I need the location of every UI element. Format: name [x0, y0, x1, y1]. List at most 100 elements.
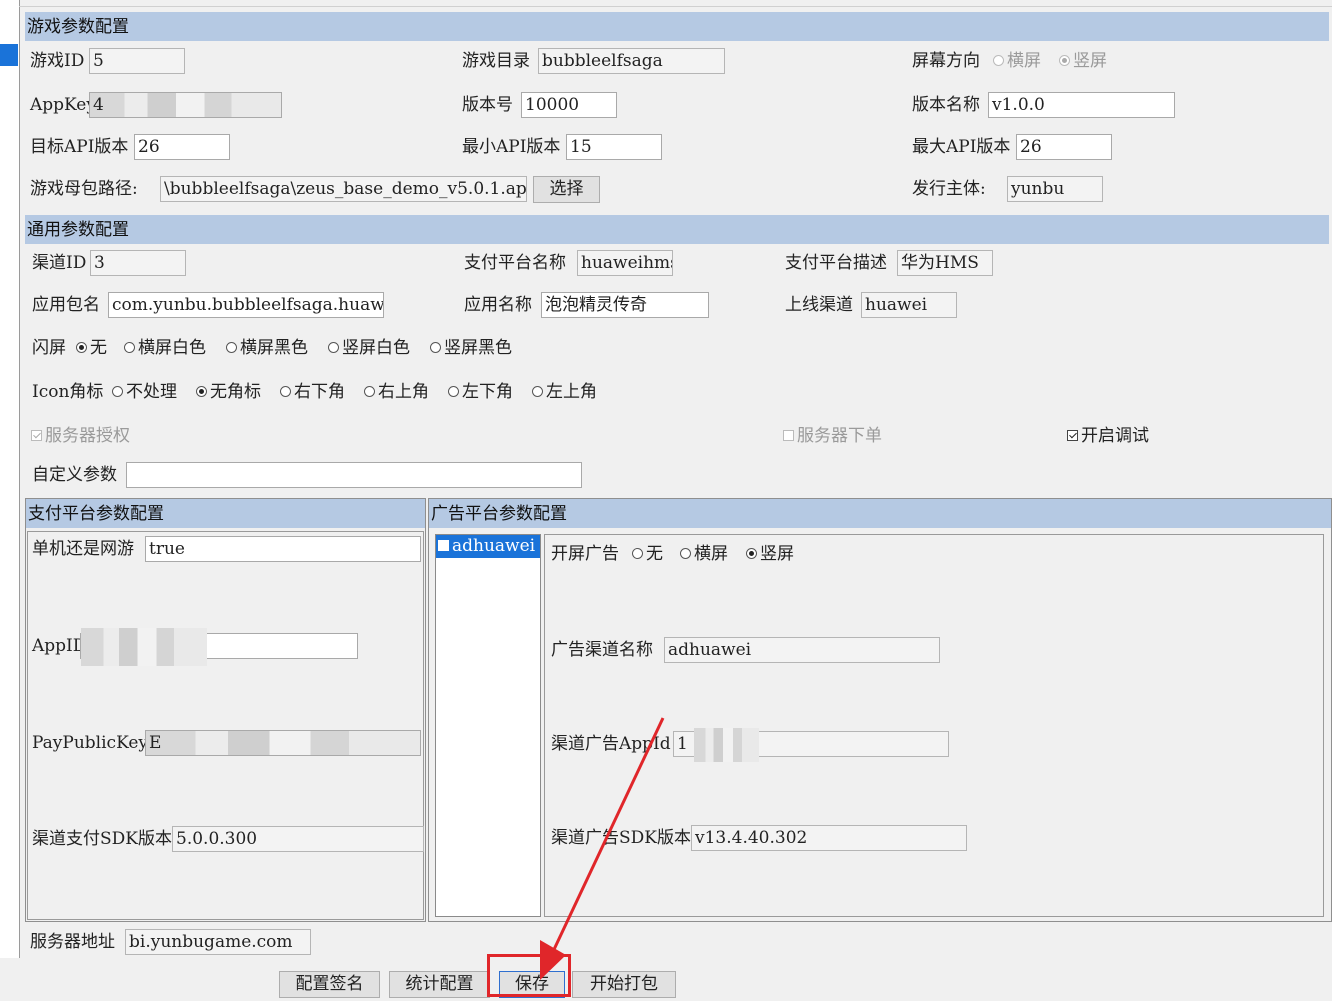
pay-sdk-version-label: 渠道支付SDK版本 [32, 829, 172, 849]
max-api-field[interactable]: 26 [1016, 134, 1112, 160]
radio-icon [124, 341, 135, 353]
left-list-selected-item[interactable] [0, 44, 18, 66]
radio-icon [226, 341, 237, 353]
splash-landscape-black-radio[interactable]: 横屏黑色 [226, 335, 308, 361]
radio-icon [112, 385, 123, 397]
version-code-label: 版本号 [462, 95, 513, 115]
checkbox-checked-icon [1067, 429, 1078, 441]
radio-icon [328, 341, 339, 353]
appkey-field[interactable]: 4 [89, 92, 282, 118]
custom-params-label: 自定义参数 [32, 465, 117, 485]
game-dir-label: 游戏目录 [462, 51, 530, 71]
game-id-field[interactable]: 5 [89, 48, 185, 74]
online-channel-field[interactable]: huawei [861, 292, 957, 318]
pay-pubkey-label: PayPublicKey [32, 733, 148, 753]
server-auth-checkbox[interactable]: 服务器授权 [31, 423, 130, 449]
ad-platform-item-adhuawei[interactable]: adhuawei [436, 535, 540, 558]
orientation-landscape-radio[interactable]: 横屏 [993, 48, 1041, 74]
redacted-ad-appid [694, 728, 759, 762]
apk-path-label: 游戏母包路径: [30, 179, 138, 199]
pay-params-area [27, 531, 424, 920]
channel-id-field[interactable]: 3 [90, 250, 186, 276]
orientation-portrait-radio[interactable]: 竖屏 [1059, 48, 1107, 74]
redacted-appid [81, 628, 207, 666]
game-dir-field[interactable]: bubbleelfsaga [538, 48, 725, 74]
splash-label: 闪屏 [32, 338, 66, 358]
online-channel-label: 上线渠道 [785, 295, 853, 315]
icon-badge-none-radio[interactable]: 无角标 [196, 379, 261, 405]
stats-config-button[interactable]: 统计配置 [389, 971, 490, 998]
channel-id-label: 渠道ID [32, 253, 87, 273]
package-field[interactable]: com.yunbu.bubbleelfsaga.huawei [108, 292, 384, 318]
appkey-label: AppKey [30, 95, 96, 115]
radio-icon [680, 547, 691, 559]
top-divider [19, 6, 1332, 7]
custom-params-field[interactable] [126, 462, 582, 488]
server-order-checkbox[interactable]: 服务器下单 [783, 423, 882, 449]
splash-portrait-white-radio[interactable]: 竖屏白色 [328, 335, 410, 361]
select-apk-button[interactable]: 选择 [533, 176, 600, 203]
splash-ad-portrait-radio[interactable]: 竖屏 [746, 541, 794, 567]
ad-channel-name-field[interactable]: adhuawei [664, 637, 940, 663]
pay-desc-label: 支付平台描述 [785, 253, 887, 273]
pay-config-header: 支付平台参数配置 [26, 499, 425, 528]
splash-ad-landscape-radio[interactable]: 横屏 [680, 541, 728, 567]
splash-ad-label: 开屏广告 [551, 544, 619, 564]
icon-badge-top-left-radio[interactable]: 左上角 [532, 379, 597, 405]
max-api-label: 最大API版本 [912, 137, 1011, 157]
radio-icon [532, 385, 543, 397]
checkbox-checked-icon [31, 429, 42, 441]
radio-icon [632, 547, 643, 559]
ad-channel-name-label: 广告渠道名称 [551, 640, 653, 660]
icon-badge-ignore-radio[interactable]: 不处理 [112, 379, 177, 405]
radio-icon [364, 385, 375, 397]
pay-sdk-version-field[interactable]: 5.0.0.300 [172, 826, 424, 852]
icon-badge-bottom-right-radio[interactable]: 右下角 [280, 379, 345, 405]
checkbox-icon [783, 429, 794, 441]
common-config-header: 通用参数配置 [25, 215, 1329, 244]
ad-sdk-version-field[interactable]: v13.4.40.302 [691, 825, 967, 851]
pay-desc-field[interactable]: 华为HMS [897, 250, 993, 276]
pay-platform-label: 支付平台名称 [464, 253, 566, 273]
icon-badge-top-right-radio[interactable]: 右上角 [364, 379, 429, 405]
app-name-label: 应用名称 [464, 295, 532, 315]
target-api-field[interactable]: 26 [134, 134, 230, 160]
radio-selected-icon [196, 385, 207, 397]
radio-icon [993, 54, 1004, 66]
radio-icon [280, 385, 291, 397]
radio-icon [430, 341, 441, 353]
version-name-label: 版本名称 [912, 95, 980, 115]
version-code-field[interactable]: 10000 [521, 92, 617, 118]
pay-mode-label: 单机还是网游 [32, 539, 134, 559]
splash-none-radio[interactable]: 无 [76, 335, 107, 361]
server-address-label: 服务器地址 [30, 932, 115, 952]
game-id-label: 游戏ID [30, 51, 85, 71]
splash-ad-none-radio[interactable]: 无 [632, 541, 663, 567]
radio-selected-icon [746, 547, 757, 559]
pay-platform-field[interactable]: huaweihms [577, 250, 673, 276]
radio-selected-icon [76, 341, 87, 353]
apk-path-field[interactable]: \bubbleelfsaga\zeus_base_demo_v5.0.1.apk [160, 176, 527, 202]
min-api-field[interactable]: 15 [566, 134, 662, 160]
left-list[interactable] [0, 0, 20, 958]
config-sign-button[interactable]: 配置签名 [279, 971, 380, 998]
server-address-field[interactable]: bi.yunbugame.com [125, 929, 311, 955]
pay-mode-field[interactable]: true [145, 536, 421, 562]
target-api-label: 目标API版本 [30, 137, 129, 157]
debug-checkbox[interactable]: 开启调试 [1067, 423, 1149, 449]
splash-landscape-white-radio[interactable]: 横屏白色 [124, 335, 206, 361]
icon-badge-bottom-left-radio[interactable]: 左下角 [448, 379, 513, 405]
orientation-label: 屏幕方向 [912, 51, 980, 71]
splash-portrait-black-radio[interactable]: 竖屏黑色 [430, 335, 512, 361]
ad-config-header: 广告平台参数配置 [429, 499, 1331, 528]
min-api-label: 最小API版本 [462, 137, 561, 157]
app-name-field[interactable]: 泡泡精灵传奇 [541, 292, 709, 318]
pay-pubkey-field[interactable]: E [145, 730, 421, 756]
pay-appid-label: AppID [32, 636, 87, 656]
publisher-label: 发行主体: [912, 179, 986, 199]
publisher-field[interactable]: yunbu [1007, 176, 1103, 202]
annotation-arrow-icon [540, 717, 665, 980]
version-name-field[interactable]: v1.0.0 [988, 92, 1175, 118]
game-config-header: 游戏参数配置 [25, 12, 1329, 41]
icon-badge-label: Icon角标 [32, 382, 104, 402]
